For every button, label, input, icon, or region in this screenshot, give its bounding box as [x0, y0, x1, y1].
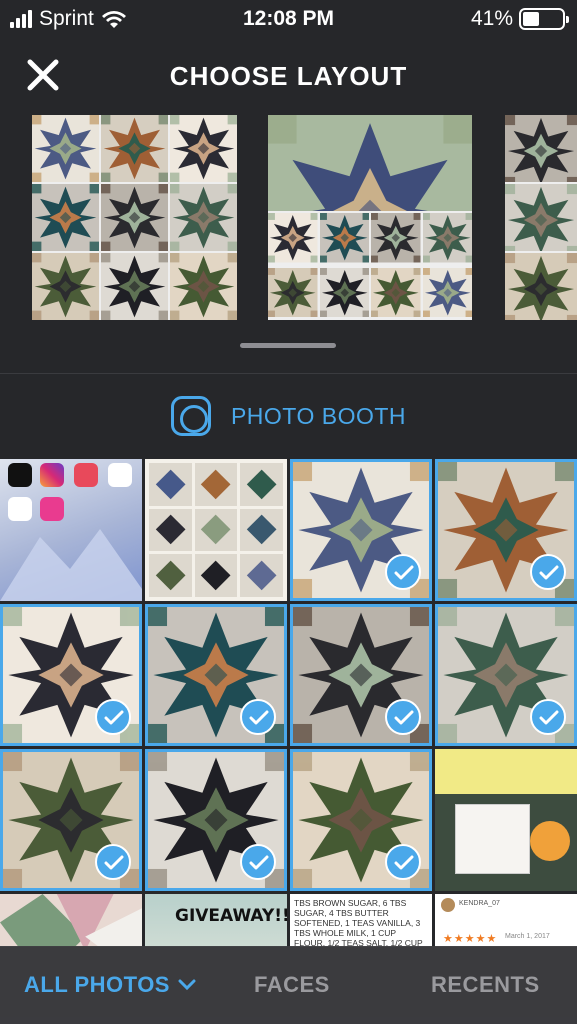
layout-option-column[interactable]	[505, 115, 577, 320]
social-date: March 1, 2017	[505, 933, 550, 940]
divider	[0, 373, 577, 374]
layout-tile	[170, 184, 237, 251]
recipe-text: TBS BROWN SUGAR, 6 TBS SUGAR, 4 TBS BUTT…	[290, 894, 432, 947]
tab-all-photos[interactable]: ALL PHOTOS	[24, 972, 196, 998]
layout-option-grid-3x3[interactable]	[32, 115, 237, 320]
selected-check-icon	[530, 699, 566, 735]
photo-thumbnail[interactable]: GIVEAWAY!!!!	[145, 894, 287, 947]
photo-thumbnail[interactable]	[145, 604, 287, 746]
status-bar: Sprint 12:08 PM 41%	[0, 0, 577, 40]
tab-recents[interactable]: RECENTS	[431, 972, 540, 998]
photo-thumbnail[interactable]: TBS BROWN SUGAR, 6 TBS SUGAR, 4 TBS BUTT…	[290, 894, 432, 947]
page-title: CHOOSE LAYOUT	[169, 61, 408, 91]
layout-tile	[32, 184, 99, 251]
bottom-tab-bar: ALL PHOTOS FACES RECENTS	[0, 946, 577, 1024]
layout-tile	[101, 115, 168, 182]
photo-thumbnail[interactable]	[0, 604, 142, 746]
tab-faces[interactable]: FACES	[254, 972, 330, 998]
layout-carousel[interactable]	[0, 115, 577, 321]
photo-booth-button[interactable]: PHOTO BOOTH	[0, 396, 577, 436]
photo-thumbnail[interactable]	[0, 749, 142, 891]
rating-stars-icon: ★★★★★	[443, 933, 498, 945]
selected-check-icon	[95, 699, 131, 735]
screen: Sprint 12:08 PM 41% CHOOSE LAYOUT PHOTO …	[0, 0, 577, 1024]
layout-tile	[422, 267, 472, 320]
photo-thumbnail[interactable]	[0, 459, 142, 601]
layout-tile	[422, 213, 472, 265]
layout-tile	[505, 115, 577, 182]
social-username: KENDRA_07	[459, 900, 500, 907]
photo-thumbnail[interactable]	[145, 749, 287, 891]
photo-thumbnail[interactable]	[290, 749, 432, 891]
layout-tile	[268, 115, 472, 212]
layout-tile	[505, 253, 577, 320]
selected-check-icon	[240, 844, 276, 880]
selected-check-icon	[385, 699, 421, 735]
layout-tile	[32, 253, 99, 320]
photo-thumbnail[interactable]	[435, 749, 577, 891]
photo-thumbnail[interactable]: KENDRA_07 ★★★★★ March 1, 2017	[435, 894, 577, 947]
layout-tile	[319, 213, 369, 265]
layout-tile	[32, 115, 99, 182]
layout-tile	[505, 184, 577, 251]
layout-tile	[268, 267, 318, 320]
battery-icon	[519, 8, 569, 30]
layout-tile	[371, 213, 421, 265]
tab-all-photos-label: ALL PHOTOS	[24, 972, 170, 997]
chevron-down-icon	[178, 979, 196, 991]
battery-percent: 41%	[470, 7, 513, 30]
photo-thumbnail[interactable]	[290, 604, 432, 746]
selected-check-icon	[240, 699, 276, 735]
layout-tile	[101, 253, 168, 320]
drag-handle[interactable]	[240, 343, 336, 348]
layout-tile	[101, 184, 168, 251]
photo-thumbnail[interactable]	[290, 459, 432, 601]
layout-tile	[268, 213, 318, 265]
layout-tile	[170, 253, 237, 320]
selected-check-icon	[385, 554, 421, 590]
photo-thumbnail[interactable]	[145, 459, 287, 601]
selected-check-icon	[530, 554, 566, 590]
layout-tile	[170, 115, 237, 182]
status-right: 41%	[470, 7, 569, 31]
camera-shutter-icon	[170, 396, 211, 436]
selected-check-icon	[95, 844, 131, 880]
layout-tile	[319, 267, 369, 320]
photo-thumbnail[interactable]	[0, 894, 142, 947]
layout-tile	[371, 267, 421, 320]
layout-option-hero-grid[interactable]	[268, 115, 472, 320]
photo-thumbnail[interactable]	[435, 459, 577, 601]
photo-booth-label: PHOTO BOOTH	[230, 402, 407, 429]
photo-grid[interactable]: GIVEAWAY!!!!TBS BROWN SUGAR, 6 TBS SUGAR…	[0, 459, 577, 947]
photo-thumbnail[interactable]	[435, 604, 577, 746]
selected-check-icon	[385, 844, 421, 880]
giveaway-text: GIVEAWAY!!!!	[175, 906, 287, 926]
